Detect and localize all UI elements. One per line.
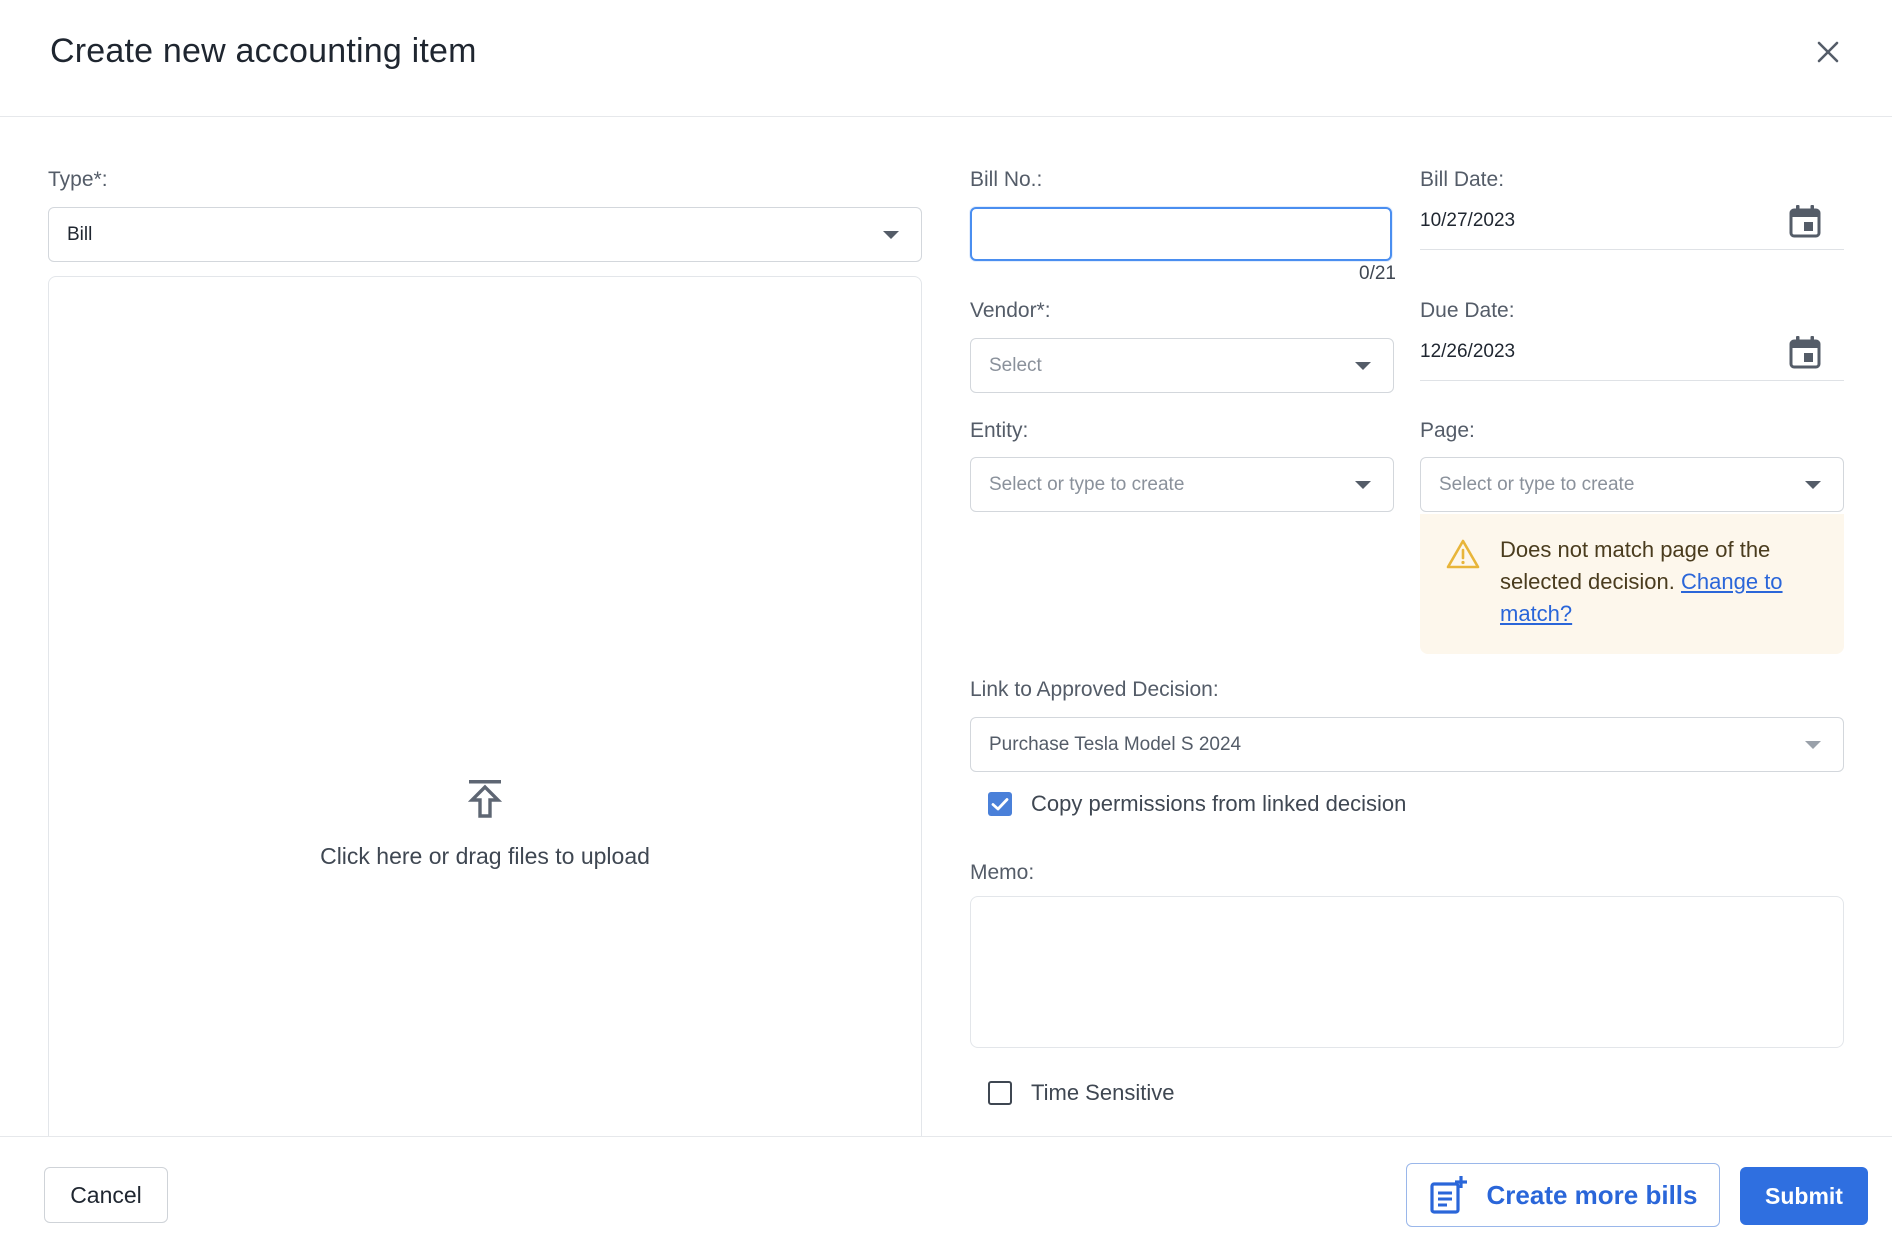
due-date-field[interactable]: 12/26/2023: [1420, 331, 1844, 381]
type-select-value: Bill: [67, 223, 93, 245]
warning-text: Does not match page of the selected deci…: [1500, 534, 1830, 630]
vendor-label: Vendor*:: [970, 299, 1051, 322]
close-icon: [1817, 41, 1839, 63]
type-select[interactable]: Bill: [48, 207, 922, 262]
bill-no-input[interactable]: [970, 207, 1392, 261]
dialog-title: Create new accounting item: [50, 32, 477, 70]
checkmark-icon: [991, 798, 1009, 811]
copy-permissions-checkbox[interactable]: [988, 792, 1012, 816]
dialog-header: Create new accounting item: [0, 0, 1892, 117]
bill-no-label: Bill No.:: [970, 168, 1043, 191]
add-document-icon: [1429, 1176, 1467, 1214]
page-select-placeholder: Select or type to create: [1439, 473, 1635, 495]
calendar-icon[interactable]: [1788, 335, 1822, 369]
linked-decision-label: Link to Approved Decision:: [970, 678, 1219, 701]
memo-label: Memo:: [970, 861, 1035, 884]
linked-decision-select[interactable]: Purchase Tesla Model S 2024: [970, 717, 1844, 772]
vendor-select-placeholder: Select: [989, 354, 1042, 376]
calendar-icon[interactable]: [1788, 204, 1822, 238]
type-label: Type*:: [48, 168, 108, 191]
bill-date-value: 10/27/2023: [1420, 210, 1516, 231]
bill-no-char-counter: 0/21: [1359, 263, 1396, 284]
page-label: Page:: [1420, 419, 1475, 442]
memo-textarea[interactable]: [970, 896, 1844, 1048]
create-more-bills-button[interactable]: Create more bills: [1406, 1163, 1720, 1227]
chevron-down-icon: [883, 231, 899, 239]
linked-decision-value: Purchase Tesla Model S 2024: [989, 733, 1242, 755]
vendor-select[interactable]: Select: [970, 338, 1394, 393]
dialog-footer: Cancel Create more bills Submit: [0, 1136, 1892, 1248]
entity-select-placeholder: Select or type to create: [989, 473, 1185, 495]
due-date-value: 12/26/2023: [1420, 341, 1516, 362]
entity-label: Entity:: [970, 419, 1029, 442]
entity-select[interactable]: Select or type to create: [970, 457, 1394, 512]
time-sensitive-checkbox[interactable]: [988, 1081, 1012, 1105]
copy-permissions-label: Copy permissions from linked decision: [1031, 791, 1407, 816]
chevron-down-icon: [1805, 481, 1821, 489]
upload-instructions: Click here or drag files to upload: [320, 843, 650, 869]
page-select[interactable]: Select or type to create: [1420, 457, 1844, 512]
time-sensitive-label: Time Sensitive: [1031, 1080, 1175, 1105]
file-upload-dropzone[interactable]: Click here or drag files to upload: [48, 276, 922, 1136]
bill-date-field[interactable]: 10/27/2023: [1420, 200, 1844, 250]
submit-button[interactable]: Submit: [1740, 1167, 1868, 1225]
chevron-down-icon: [1355, 362, 1371, 370]
warning-icon: [1446, 539, 1480, 569]
chevron-down-icon: [1805, 741, 1821, 749]
due-date-label: Due Date:: [1420, 299, 1515, 322]
chevron-down-icon: [1355, 481, 1371, 489]
close-button[interactable]: [1810, 34, 1846, 70]
page-mismatch-warning: Does not match page of the selected deci…: [1420, 514, 1844, 654]
cancel-button[interactable]: Cancel: [44, 1167, 168, 1223]
upload-icon: [467, 780, 503, 818]
bill-date-label: Bill Date:: [1420, 168, 1505, 191]
create-more-bills-label: Create more bills: [1486, 1179, 1698, 1210]
